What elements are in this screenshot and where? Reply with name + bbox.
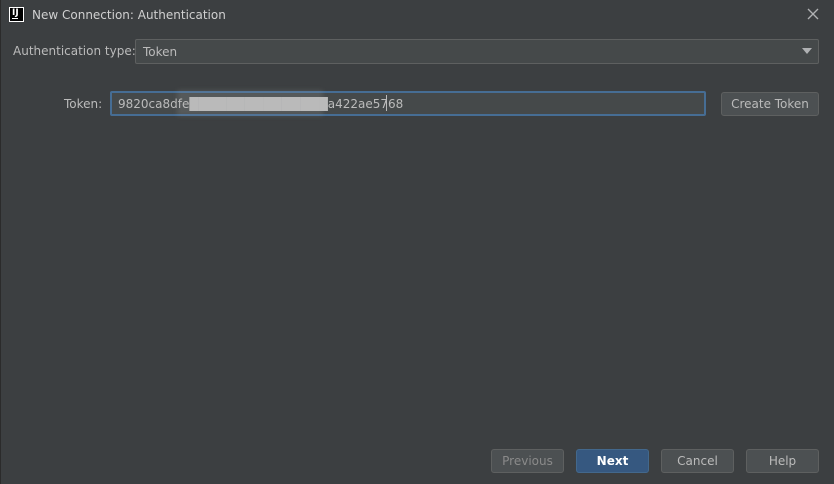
create-token-button[interactable]: Create Token <box>721 92 819 116</box>
close-icon[interactable] <box>805 6 821 22</box>
token-label: Token: <box>64 97 103 111</box>
title-bar: IJ New Connection: Authentication <box>1 0 834 30</box>
intellij-icon: IJ <box>9 7 24 22</box>
chevron-down-icon <box>802 48 812 54</box>
text-caret <box>386 95 387 111</box>
new-connection-dialog: IJ New Connection: Authentication Authen… <box>0 0 834 484</box>
previous-button[interactable]: Previous <box>491 449 564 473</box>
help-button[interactable]: Help <box>746 449 819 473</box>
token-input[interactable] <box>110 91 706 116</box>
window-title: New Connection: Authentication <box>32 8 226 22</box>
cancel-button[interactable]: Cancel <box>661 449 734 473</box>
authentication-type-value: Token <box>143 45 178 59</box>
authentication-type-label: Authentication type: <box>13 44 136 58</box>
next-button[interactable]: Next <box>576 449 649 473</box>
authentication-type-dropdown[interactable]: Token <box>135 39 819 64</box>
